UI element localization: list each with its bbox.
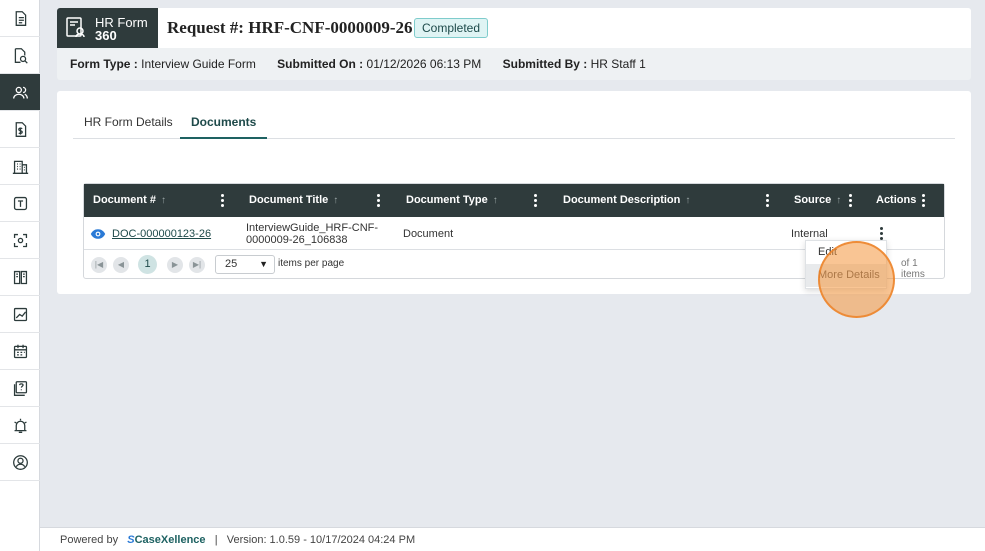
column-title: Document Description — [563, 194, 681, 206]
powered-by-label: Powered by — [60, 534, 119, 546]
brand-logo-mark: S — [127, 534, 135, 546]
logo-subtitle: 360 — [95, 28, 117, 43]
doc-title-line: 0000009-26_106838 — [246, 234, 348, 246]
column-title: Actions — [876, 194, 917, 206]
sidebar-item-text[interactable] — [0, 185, 40, 222]
sidebar-item-alerts[interactable] — [0, 407, 40, 444]
form-logo-icon — [66, 17, 85, 38]
page-info: of 1 items — [901, 258, 925, 280]
submitted-on-value: 01/12/2026 06:13 PM — [366, 57, 482, 71]
app-logo[interactable]: HR Form 360 — [57, 8, 158, 48]
alarm-icon — [13, 418, 27, 433]
column-title: Document Title — [249, 194, 329, 206]
tab-documents[interactable]: Documents — [180, 108, 268, 139]
sidebar-item-organization[interactable] — [0, 148, 40, 185]
tab-hr-form-details[interactable]: HR Form Details — [73, 108, 184, 139]
sidebar-item-search-forms[interactable] — [0, 37, 40, 74]
page-number-button[interactable]: 1 — [138, 255, 157, 274]
page-size-value: 25 — [225, 258, 238, 270]
column-menu-icon[interactable] — [376, 194, 380, 207]
sort-arrow-icon[interactable]: ↑ — [685, 195, 690, 206]
dollar-document-icon — [15, 121, 26, 137]
grid-header: Document # ↑ Document Title ↑ Document Typ… — [84, 184, 944, 217]
search-document-icon — [14, 47, 28, 64]
row-actions-menu-icon[interactable] — [879, 227, 883, 240]
footer-separator: | — [214, 534, 218, 546]
doc-type-cell: Document — [403, 227, 454, 240]
first-page-icon[interactable]: |◀ — [91, 257, 107, 273]
request-header: HR Form 360 Request #: HRF-CNF-0000009-2… — [57, 8, 971, 80]
row-action-menu: Edit More Details — [805, 240, 887, 289]
sidebar-item-users[interactable] — [0, 74, 40, 111]
column-title: Source — [794, 194, 832, 206]
column-menu-icon[interactable] — [220, 194, 224, 207]
version-text: Version: 1.0.59 - 10/17/2024 04:24 PM — [226, 534, 416, 546]
request-number: HRF-CNF-0000009-26 — [248, 18, 413, 37]
chevron-down-icon: ▼ — [259, 259, 268, 269]
column-header-doc-title[interactable]: Document Title ↑ — [249, 184, 338, 217]
menu-item-edit[interactable]: Edit — [806, 241, 886, 264]
sidebar-item-reports[interactable] — [0, 296, 40, 333]
submitted-by-label: Submitted By : — [502, 57, 588, 71]
prev-page-icon[interactable]: ◀ — [113, 257, 129, 273]
user-circle-icon — [12, 454, 28, 470]
sort-arrow-icon[interactable]: ↑ — [333, 195, 338, 206]
column-title: Document # — [93, 194, 156, 206]
help-pages-icon — [13, 380, 27, 396]
per-page-label: items per page — [278, 258, 345, 269]
submitted-on-label: Submitted On : — [277, 57, 364, 71]
scan-icon — [13, 233, 27, 247]
column-header-doc-desc[interactable]: Document Description ↑ — [563, 184, 690, 217]
users-icon — [12, 86, 28, 99]
eye-icon[interactable] — [90, 226, 106, 242]
column-header-actions: Actions — [876, 184, 916, 217]
column-menu-icon[interactable] — [848, 194, 852, 207]
request-meta: Form Type : Interview Guide Form Submitt… — [70, 57, 646, 71]
tab-bar: HR Form Details Documents — [73, 108, 955, 139]
calendar-icon — [13, 344, 27, 358]
chart-icon — [13, 307, 27, 321]
menu-item-more-details[interactable]: More Details — [806, 264, 886, 287]
header-top-bar: HR Form 360 Request #: HRF-CNF-0000009-2… — [57, 8, 971, 48]
sort-arrow-icon[interactable]: ↑ — [493, 195, 498, 206]
main-panel: HR Form Details Documents Document # ↑ Do… — [57, 91, 971, 294]
sidebar-item-guide[interactable] — [0, 259, 40, 296]
document-icon — [15, 10, 26, 26]
sort-arrow-icon[interactable]: ↑ — [161, 195, 166, 206]
building-icon — [12, 160, 28, 174]
next-page-icon[interactable]: ▶ — [167, 257, 183, 273]
column-menu-icon[interactable] — [921, 194, 925, 207]
form-type-label: Form Type : — [70, 57, 138, 71]
document-link[interactable]: DOC-000000123-26 — [112, 228, 211, 240]
sort-arrow-icon[interactable]: ↑ — [836, 195, 841, 206]
column-header-doc-type[interactable]: Document Type ↑ — [406, 184, 498, 217]
column-menu-icon[interactable] — [533, 194, 537, 207]
column-header-doc-num[interactable]: Document # ↑ — [93, 184, 166, 217]
sidebar — [0, 0, 40, 551]
form-type-value: Interview Guide Form — [141, 57, 256, 71]
sidebar-item-help[interactable] — [0, 370, 40, 407]
sidebar-item-forms[interactable] — [0, 0, 40, 37]
page-size-select[interactable]: 25 ▼ — [215, 255, 275, 274]
request-label: Request #: — [167, 18, 244, 37]
column-menu-icon[interactable] — [765, 194, 769, 207]
text-box-icon — [13, 196, 27, 210]
footer: Powered by SCaseXellence | Version: 1.0.… — [40, 527, 985, 551]
doc-num-cell: DOC-000000123-26 — [90, 217, 211, 250]
doc-title-line: InterviewGuide_HRF-CNF- — [246, 222, 379, 234]
sidebar-item-payroll[interactable] — [0, 111, 40, 148]
sidebar-item-profile[interactable] — [0, 444, 40, 481]
sidebar-item-calendar[interactable] — [0, 333, 40, 370]
documents-grid: Document # ↑ Document Title ↑ Document Typ… — [83, 183, 945, 289]
brand-name: CaseXellence — [134, 534, 206, 546]
sidebar-item-scan[interactable] — [0, 222, 40, 259]
last-page-icon[interactable]: ▶| — [189, 257, 205, 273]
book-icon — [13, 270, 27, 284]
submitted-by-value: HR Staff 1 — [590, 57, 646, 71]
page-title: Request #: HRF-CNF-0000009-26 — [167, 18, 413, 38]
status-badge: Completed — [414, 18, 489, 38]
column-title: Document Type — [406, 194, 488, 206]
column-header-source[interactable]: Source ↑ — [794, 184, 841, 217]
doc-title-cell: InterviewGuide_HRF-CNF- 0000009-26_10683… — [246, 217, 378, 250]
